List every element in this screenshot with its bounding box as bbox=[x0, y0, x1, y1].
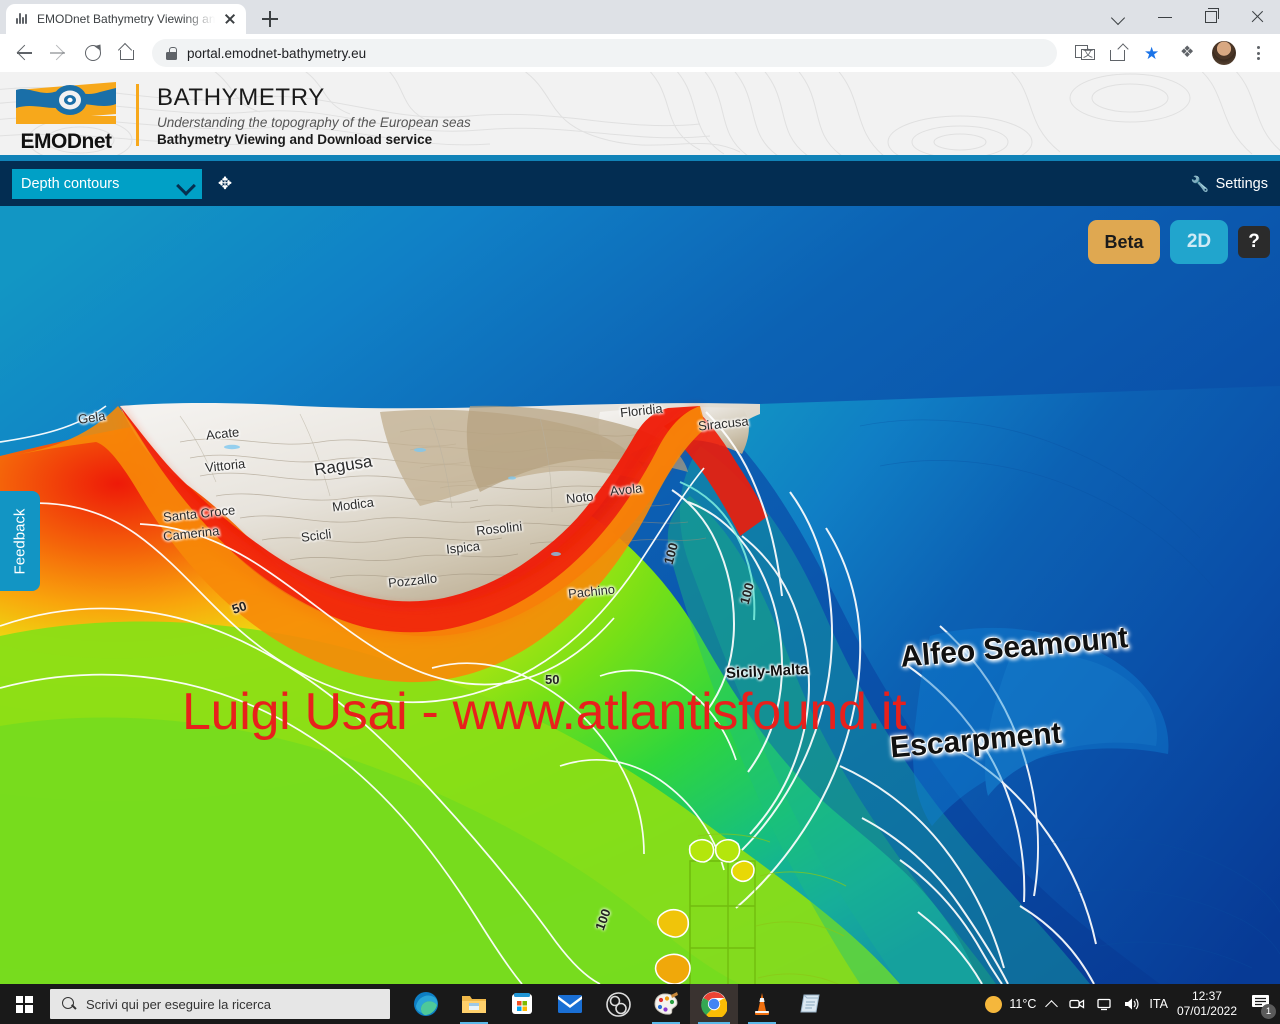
windows-logo-icon bbox=[15, 995, 33, 1013]
chrome-menu-icon[interactable] bbox=[1244, 37, 1272, 69]
notification-badge: 1 bbox=[1261, 1004, 1276, 1019]
site-header: EMODnet BATHYMETRY Understanding the top… bbox=[0, 72, 1280, 155]
new-tab-button[interactable] bbox=[256, 7, 284, 31]
system-tray: 11°C ITA 12:37 07/01/2022 1 bbox=[985, 989, 1280, 1019]
bathymetry-map[interactable]: Gela Acate Vittoria Ragusa Modica Santa … bbox=[0, 206, 1280, 984]
taskbar-app-paint[interactable] bbox=[642, 984, 690, 1024]
url-text: portal.emodnet-bathymetry.eu bbox=[187, 45, 367, 61]
site-titles: BATHYMETRY Understanding the topography … bbox=[157, 80, 471, 147]
language-indicator[interactable]: ITA bbox=[1149, 997, 1168, 1011]
reload-icon[interactable] bbox=[76, 37, 108, 69]
taskbar-app-mail[interactable] bbox=[546, 984, 594, 1024]
bathymetry-favicon-icon bbox=[14, 11, 30, 27]
tab-search-icon[interactable] bbox=[1096, 0, 1142, 34]
site-tagline: Understanding the topography of the Euro… bbox=[157, 115, 471, 130]
weather-widget[interactable]: 11°C bbox=[985, 995, 1037, 1013]
start-button[interactable] bbox=[0, 984, 48, 1024]
taskbar-app-microsoft-edge[interactable] bbox=[402, 984, 450, 1024]
folder-icon bbox=[462, 996, 486, 1013]
taskbar-app-vlc-media-player[interactable] bbox=[738, 984, 786, 1024]
taskbar-app-google-chrome[interactable] bbox=[690, 984, 738, 1024]
close-window-icon[interactable] bbox=[1234, 0, 1280, 34]
beta-button[interactable]: Beta bbox=[1088, 220, 1160, 264]
paint-palette-icon bbox=[654, 992, 678, 1015]
tab-title: EMODnet Bathymetry Viewing an bbox=[37, 12, 215, 26]
profile-avatar[interactable] bbox=[1212, 41, 1236, 65]
layer-select[interactable]: Depth contours bbox=[12, 168, 202, 199]
brand-block[interactable]: EMODnet BATHYMETRY Understanding the top… bbox=[14, 80, 471, 154]
taskbar-app-file-explorer[interactable] bbox=[450, 984, 498, 1024]
show-hidden-icons-chevron-icon[interactable] bbox=[1045, 997, 1059, 1011]
taskbar-search-placeholder: Scrivi qui per eseguire la ricerca bbox=[86, 996, 271, 1012]
mail-icon bbox=[558, 995, 582, 1013]
bookmark-star-icon[interactable]: ★ bbox=[1137, 37, 1169, 69]
translate-icon[interactable] bbox=[1067, 37, 1099, 69]
dimension-toggle-button[interactable]: 2D bbox=[1170, 220, 1228, 264]
volume-icon[interactable] bbox=[1122, 995, 1140, 1013]
map-control-buttons: Beta 2D ? bbox=[1088, 220, 1270, 264]
chrome-icon bbox=[701, 991, 727, 1017]
edge-icon bbox=[414, 992, 438, 1016]
taskbar-app-notepad[interactable] bbox=[786, 984, 834, 1024]
clock-date: 07/01/2022 bbox=[1176, 1004, 1237, 1018]
toolbar-actions: ★ ❖ bbox=[1067, 37, 1272, 69]
star-glyph: ★ bbox=[1144, 44, 1160, 63]
store-icon bbox=[512, 993, 532, 1014]
site-title: BATHYMETRY bbox=[157, 84, 325, 111]
emodnet-logo: EMODnet bbox=[14, 80, 118, 154]
share-icon[interactable] bbox=[1102, 37, 1134, 69]
layer-select-label: Depth contours bbox=[21, 175, 120, 192]
taskbar-search-input[interactable]: Scrivi qui per eseguire la ricerca bbox=[50, 989, 390, 1019]
extensions-icon[interactable]: ❖ bbox=[1172, 37, 1204, 69]
lock-icon bbox=[166, 46, 177, 60]
address-bar[interactable]: portal.emodnet-bathymetry.eu bbox=[152, 39, 1057, 67]
emodnet-wordmark: EMODnet bbox=[20, 130, 113, 153]
browser-tabstrip: EMODnet Bathymetry Viewing an bbox=[0, 0, 1280, 34]
screen: EMODnet Bathymetry Viewing an portal.emo… bbox=[0, 0, 1280, 1024]
meet-now-camera-icon[interactable] bbox=[1068, 995, 1086, 1013]
site-service: Bathymetry Viewing and Download service bbox=[157, 132, 433, 147]
maximize-icon[interactable] bbox=[1188, 0, 1234, 34]
feedback-tab[interactable]: Feedback bbox=[0, 491, 40, 591]
temperature-label: 11°C bbox=[1009, 997, 1037, 1011]
browser-toolbar: portal.emodnet-bathymetry.eu ★ ❖ bbox=[0, 34, 1280, 72]
browser-tab[interactable]: EMODnet Bathymetry Viewing an bbox=[6, 4, 246, 34]
taskbar-app-obs-studio[interactable] bbox=[594, 984, 642, 1024]
emodnet-logo-icon bbox=[14, 80, 118, 128]
notification-center-button[interactable]: 1 bbox=[1250, 992, 1276, 1019]
taskbar-clock[interactable]: 12:37 07/01/2022 bbox=[1177, 989, 1237, 1019]
settings-label: Settings bbox=[1215, 175, 1268, 192]
obs-icon bbox=[605, 991, 631, 1017]
feedback-label: Feedback bbox=[11, 508, 29, 574]
map-canvas bbox=[0, 206, 1280, 984]
map-toolbar: Depth contours ✥ 🔧 Settings bbox=[0, 161, 1280, 206]
help-button[interactable]: ? bbox=[1238, 226, 1270, 258]
settings-button[interactable]: 🔧 Settings bbox=[1191, 175, 1268, 193]
vlc-cone-icon bbox=[755, 993, 769, 1015]
taskbar-apps bbox=[402, 984, 834, 1024]
brand-divider bbox=[136, 84, 139, 146]
window-controls bbox=[1096, 0, 1280, 34]
taskbar-app-microsoft-store[interactable] bbox=[498, 984, 546, 1024]
sun-icon bbox=[985, 995, 1003, 1013]
network-display-icon[interactable] bbox=[1095, 995, 1113, 1013]
puzzle-glyph: ❖ bbox=[1180, 44, 1195, 61]
page-content: EMODnet BATHYMETRY Understanding the top… bbox=[0, 72, 1280, 984]
windows-taskbar: Scrivi qui per eseguire la ricerca 11°C … bbox=[0, 984, 1280, 1024]
back-icon[interactable] bbox=[8, 37, 40, 69]
clock-time: 12:37 bbox=[1191, 989, 1222, 1003]
chevron-down-icon bbox=[177, 176, 193, 192]
home-icon[interactable] bbox=[110, 37, 142, 69]
close-tab-icon[interactable] bbox=[222, 11, 238, 27]
search-icon bbox=[62, 997, 76, 1011]
minimize-icon[interactable] bbox=[1142, 0, 1188, 34]
forward-icon[interactable] bbox=[42, 37, 74, 69]
notepad-icon bbox=[800, 994, 820, 1013]
wrench-icon: 🔧 bbox=[1190, 175, 1210, 193]
fullscreen-icon[interactable]: ✥ bbox=[214, 173, 236, 195]
